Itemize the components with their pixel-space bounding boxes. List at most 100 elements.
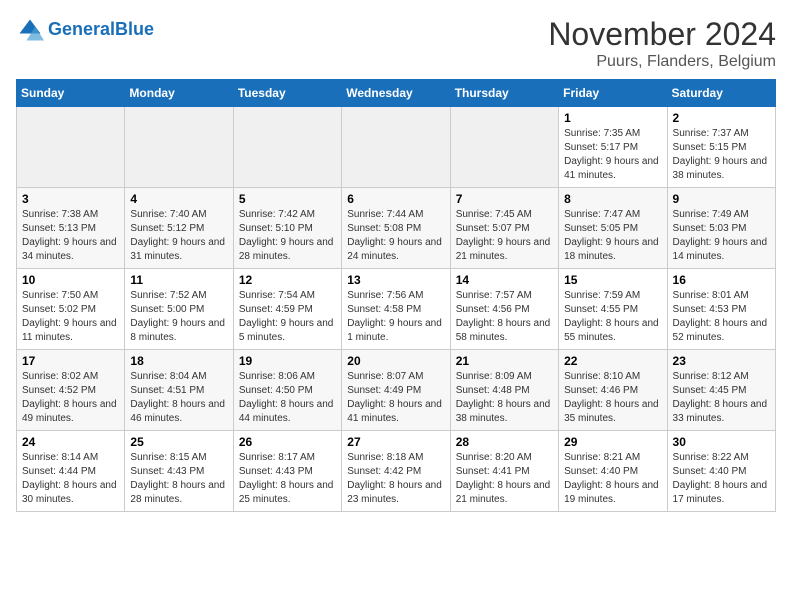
- calendar-cell: 19 Sunrise: 8:06 AMSunset: 4:50 PMDayligh…: [233, 350, 341, 431]
- day-number: 21: [456, 354, 553, 368]
- calendar-cell: 12 Sunrise: 7:54 AMSunset: 4:59 PMDayligh…: [233, 269, 341, 350]
- calendar-cell: 29 Sunrise: 8:21 AMSunset: 4:40 PMDayligh…: [559, 431, 667, 512]
- calendar-cell: 7 Sunrise: 7:45 AMSunset: 5:07 PMDaylight…: [450, 188, 558, 269]
- calendar-cell: 30 Sunrise: 8:22 AMSunset: 4:40 PMDayligh…: [667, 431, 775, 512]
- day-number: 29: [564, 435, 661, 449]
- day-number: 30: [673, 435, 770, 449]
- day-info: Sunrise: 7:56 AMSunset: 4:58 PMDaylight:…: [347, 289, 444, 345]
- title-block: November 2024 Puurs, Flanders, Belgium: [548, 16, 776, 71]
- day-number: 18: [130, 354, 227, 368]
- calendar-week-row: 24Sunrise: 8:14 AMSunset: 4:44 PMDayligh…: [17, 431, 776, 512]
- day-info: Sunrise: 7:35 AMSunset: 5:17 PMDaylight:…: [564, 127, 661, 183]
- calendar-cell: 16 Sunrise: 8:01 AMSunset: 4:53 PMDayligh…: [667, 269, 775, 350]
- day-number: 3: [22, 192, 119, 206]
- day-number: 23: [673, 354, 770, 368]
- day-number: 9: [673, 192, 770, 206]
- day-info: Sunrise: 7:45 AMSunset: 5:07 PMDaylight:…: [456, 208, 553, 264]
- day-info: Sunrise: 7:49 AMSunset: 5:03 PMDaylight:…: [673, 208, 770, 264]
- calendar-cell: 17 Sunrise: 8:02 AMSunset: 4:52 PMDayligh…: [17, 350, 125, 431]
- weekday-header: Thursday: [450, 80, 558, 107]
- day-number: 27: [347, 435, 444, 449]
- calendar-cell: 23 Sunrise: 8:12 AMSunset: 4:45 PMDayligh…: [667, 350, 775, 431]
- day-number: 14: [456, 273, 553, 287]
- day-info: Sunrise: 8:01 AMSunset: 4:53 PMDaylight:…: [673, 289, 770, 345]
- calendar-cell: 2Sunrise: 7:37 AMSunset: 5:15 PMDaylight…: [667, 107, 775, 188]
- calendar-cell: 14 Sunrise: 7:57 AMSunset: 4:56 PMDayligh…: [450, 269, 558, 350]
- weekday-header: Monday: [125, 80, 233, 107]
- calendar-cell: 27 Sunrise: 8:18 AMSunset: 4:42 PMDayligh…: [342, 431, 450, 512]
- day-info: Sunrise: 7:47 AMSunset: 5:05 PMDaylight:…: [564, 208, 661, 264]
- calendar-cell: 15 Sunrise: 7:59 AMSunset: 4:55 PMDayligh…: [559, 269, 667, 350]
- calendar-week-row: 10 Sunrise: 7:50 AMSunset: 5:02 PMDayligh…: [17, 269, 776, 350]
- logo-text: GeneralBlue: [48, 20, 154, 40]
- calendar-cell: 11 Sunrise: 7:52 AMSunset: 5:00 PMDayligh…: [125, 269, 233, 350]
- day-number: 22: [564, 354, 661, 368]
- day-info: Sunrise: 8:02 AMSunset: 4:52 PMDaylight:…: [22, 370, 119, 426]
- calendar-cell: 25Sunrise: 8:15 AMSunset: 4:43 PMDayligh…: [125, 431, 233, 512]
- calendar-cell: 9 Sunrise: 7:49 AMSunset: 5:03 PMDaylight…: [667, 188, 775, 269]
- calendar-cell: [17, 107, 125, 188]
- day-number: 8: [564, 192, 661, 206]
- day-info: Sunrise: 8:20 AMSunset: 4:41 PMDaylight:…: [456, 451, 553, 507]
- day-info: Sunrise: 8:10 AMSunset: 4:46 PMDaylight:…: [564, 370, 661, 426]
- day-info: Sunrise: 7:54 AMSunset: 4:59 PMDaylight:…: [239, 289, 336, 345]
- logo-general: General: [48, 19, 115, 39]
- calendar-cell: [450, 107, 558, 188]
- calendar-cell: 21 Sunrise: 8:09 AMSunset: 4:48 PMDayligh…: [450, 350, 558, 431]
- day-info: Sunrise: 7:40 AMSunset: 5:12 PMDaylight:…: [130, 208, 227, 264]
- calendar-cell: [125, 107, 233, 188]
- calendar-cell: 26Sunrise: 8:17 AMSunset: 4:43 PMDayligh…: [233, 431, 341, 512]
- calendar-cell: 3 Sunrise: 7:38 AMSunset: 5:13 PMDaylight…: [17, 188, 125, 269]
- day-info: Sunrise: 7:57 AMSunset: 4:56 PMDaylight:…: [456, 289, 553, 345]
- day-number: 11: [130, 273, 227, 287]
- day-info: Sunrise: 8:21 AMSunset: 4:40 PMDaylight:…: [564, 451, 661, 507]
- page-subtitle: Puurs, Flanders, Belgium: [548, 53, 776, 71]
- day-number: 7: [456, 192, 553, 206]
- calendar-week-row: 3 Sunrise: 7:38 AMSunset: 5:13 PMDaylight…: [17, 188, 776, 269]
- page-title: November 2024: [548, 16, 776, 53]
- day-number: 2: [673, 111, 770, 125]
- calendar-table: SundayMondayTuesdayWednesdayThursdayFrid…: [16, 79, 776, 512]
- day-info: Sunrise: 7:38 AMSunset: 5:13 PMDaylight:…: [22, 208, 119, 264]
- day-number: 6: [347, 192, 444, 206]
- day-number: 5: [239, 192, 336, 206]
- calendar-week-row: 17 Sunrise: 8:02 AMSunset: 4:52 PMDayligh…: [17, 350, 776, 431]
- day-info: Sunrise: 8:18 AMSunset: 4:42 PMDaylight:…: [347, 451, 444, 507]
- day-info: Sunrise: 7:50 AMSunset: 5:02 PMDaylight:…: [22, 289, 119, 345]
- weekday-header: Wednesday: [342, 80, 450, 107]
- day-number: 15: [564, 273, 661, 287]
- calendar-cell: 6 Sunrise: 7:44 AMSunset: 5:08 PMDaylight…: [342, 188, 450, 269]
- day-info: Sunrise: 7:52 AMSunset: 5:00 PMDaylight:…: [130, 289, 227, 345]
- day-number: 12: [239, 273, 336, 287]
- day-number: 10: [22, 273, 119, 287]
- day-info: Sunrise: 8:09 AMSunset: 4:48 PMDaylight:…: [456, 370, 553, 426]
- day-info: Sunrise: 8:17 AMSunset: 4:43 PMDaylight:…: [239, 451, 336, 507]
- day-number: 4: [130, 192, 227, 206]
- calendar-cell: 5 Sunrise: 7:42 AMSunset: 5:10 PMDaylight…: [233, 188, 341, 269]
- day-number: 28: [456, 435, 553, 449]
- weekday-header: Tuesday: [233, 80, 341, 107]
- weekday-header: Friday: [559, 80, 667, 107]
- day-number: 24: [22, 435, 119, 449]
- day-number: 20: [347, 354, 444, 368]
- calendar-cell: 8 Sunrise: 7:47 AMSunset: 5:05 PMDaylight…: [559, 188, 667, 269]
- day-number: 16: [673, 273, 770, 287]
- calendar-cell: 1Sunrise: 7:35 AMSunset: 5:17 PMDaylight…: [559, 107, 667, 188]
- calendar-cell: 13 Sunrise: 7:56 AMSunset: 4:58 PMDayligh…: [342, 269, 450, 350]
- day-info: Sunrise: 8:04 AMSunset: 4:51 PMDaylight:…: [130, 370, 227, 426]
- day-number: 17: [22, 354, 119, 368]
- calendar-cell: 24Sunrise: 8:14 AMSunset: 4:44 PMDayligh…: [17, 431, 125, 512]
- calendar-cell: 22 Sunrise: 8:10 AMSunset: 4:46 PMDayligh…: [559, 350, 667, 431]
- day-info: Sunrise: 8:22 AMSunset: 4:40 PMDaylight:…: [673, 451, 770, 507]
- day-info: Sunrise: 7:44 AMSunset: 5:08 PMDaylight:…: [347, 208, 444, 264]
- day-info: Sunrise: 8:06 AMSunset: 4:50 PMDaylight:…: [239, 370, 336, 426]
- calendar-cell: 10 Sunrise: 7:50 AMSunset: 5:02 PMDayligh…: [17, 269, 125, 350]
- calendar-cell: 4 Sunrise: 7:40 AMSunset: 5:12 PMDaylight…: [125, 188, 233, 269]
- calendar-cell: 18 Sunrise: 8:04 AMSunset: 4:51 PMDayligh…: [125, 350, 233, 431]
- day-number: 19: [239, 354, 336, 368]
- weekday-header: Saturday: [667, 80, 775, 107]
- day-number: 13: [347, 273, 444, 287]
- day-info: Sunrise: 7:59 AMSunset: 4:55 PMDaylight:…: [564, 289, 661, 345]
- day-info: Sunrise: 7:42 AMSunset: 5:10 PMDaylight:…: [239, 208, 336, 264]
- day-info: Sunrise: 8:12 AMSunset: 4:45 PMDaylight:…: [673, 370, 770, 426]
